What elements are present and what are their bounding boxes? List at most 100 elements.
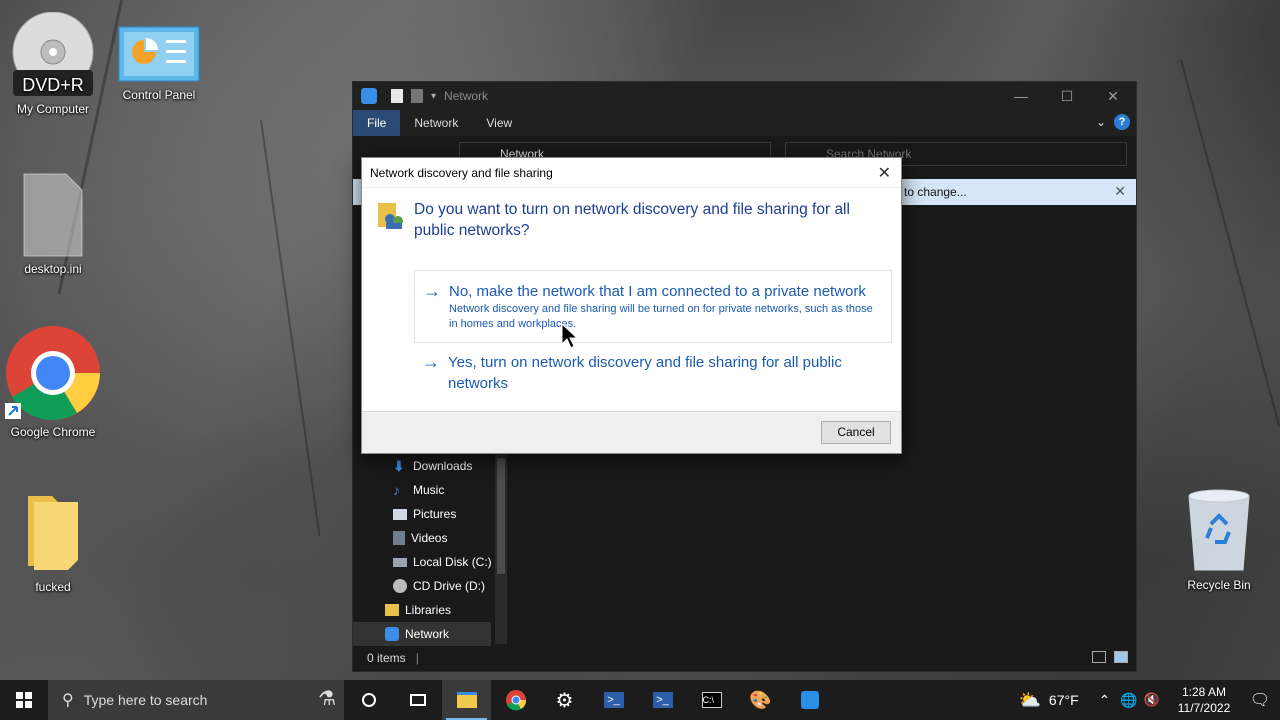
gear-icon: ⚙ [555, 689, 574, 712]
chrome-icon [5, 325, 101, 421]
nav-scrollbar[interactable] [495, 454, 507, 644]
taskbar-powershell[interactable]: >_ [589, 680, 638, 720]
network-discovery-dialog[interactable]: Network discovery and file sharing ✕ Do … [361, 157, 902, 454]
search-icon: ⚲ [62, 692, 74, 709]
public-network-option[interactable]: → Yes, turn on network discovery and fil… [414, 342, 892, 404]
nav-item-videos[interactable]: Videos [353, 526, 511, 550]
wallpaper-crack [260, 119, 321, 536]
pictures-icon [393, 508, 407, 520]
desktop-icon-control-panel[interactable]: Control Panel [109, 26, 209, 102]
arrow-right-icon: → [422, 352, 440, 372]
desktop-icon-label: desktop.ini [24, 262, 82, 276]
task-view-button[interactable] [393, 680, 442, 720]
windows-logo-icon [16, 692, 32, 708]
network-icon [385, 627, 399, 641]
nav-label: Libraries [405, 603, 452, 617]
scrollbar-thumb[interactable] [497, 458, 505, 574]
chevron-up-icon[interactable]: ⌃ [1099, 692, 1111, 709]
nav-label: Music [413, 483, 445, 497]
maximize-button[interactable]: ☐ [1044, 82, 1090, 110]
taskbar-powershell-2[interactable]: >_ [638, 680, 687, 720]
tab-network[interactable]: Network [400, 110, 472, 136]
task-view-icon [409, 694, 426, 706]
chrome-icon [505, 690, 526, 711]
taskbar-file-explorer[interactable] [442, 680, 491, 720]
info-bar-text: to change... [904, 185, 967, 199]
desktop-icon-recycle-bin[interactable]: Recycle Bin [1169, 486, 1269, 592]
details-view-icon[interactable] [1092, 651, 1106, 663]
desktop-icon-chrome[interactable]: Google Chrome [3, 325, 103, 439]
start-button[interactable] [0, 680, 48, 720]
dvd-drive-icon: DVD+R [10, 11, 96, 98]
cd-drive-icon [393, 579, 407, 593]
desktop-icon-label: fucked [35, 580, 71, 594]
taskbar-search-box[interactable]: ⚲ Type here to search ⚗ [48, 680, 344, 720]
network-globe-icon[interactable]: 🌐 [1120, 692, 1137, 709]
videos-icon [393, 531, 405, 545]
libraries-icon [385, 604, 399, 616]
minimize-button[interactable]: — [998, 82, 1044, 110]
dialog-body: Do you want to turn on network discovery… [362, 188, 901, 413]
system-tray: ⛅ 67°F ⌃ 🌐 🔇 1:28 AM 11/7/2022 🗨 [1018, 680, 1280, 720]
music-note-icon: ♪ [393, 482, 400, 498]
network-icon [361, 88, 377, 104]
arrow-right-icon: → [423, 281, 441, 301]
taskbar-cmd[interactable]: C:\ [687, 680, 736, 720]
properties-icon[interactable] [391, 89, 403, 103]
weather-temperature[interactable]: 67°F [1049, 692, 1079, 708]
tab-view[interactable]: View [472, 110, 526, 136]
taskbar-chrome[interactable] [491, 680, 540, 720]
private-network-option[interactable]: → No, make the network that I am connect… [414, 270, 892, 343]
navigation-pane: ⬇ Downloads ♪ Music Pictures Videos Loca… [353, 454, 511, 648]
taskbar-paint[interactable]: 🎨 [736, 680, 785, 720]
desktop-icon-desktop-ini[interactable]: desktop.ini [3, 172, 103, 276]
network-sharing-icon [376, 201, 404, 229]
desktop-icon-label: Control Panel [122, 88, 196, 102]
taskbar-app-blue[interactable] [785, 680, 834, 720]
dialog-titlebar[interactable]: Network discovery and file sharing ✕ [362, 158, 901, 188]
taskbar: ⚲ Type here to search ⚗ ⚙ >_ >_ C:\ 🎨 ⛅ … [0, 680, 1280, 720]
nav-item-local-disk[interactable]: Local Disk (C:) [353, 550, 511, 574]
notification-icon[interactable]: 🗨 [1240, 690, 1280, 710]
large-icons-view-icon[interactable] [1114, 651, 1128, 663]
desktop-icon-my-computer[interactable]: DVD+R My Computer [3, 11, 103, 116]
clock-time: 1:28 AM [1181, 685, 1227, 699]
desktop-icon-folder[interactable]: fucked [3, 490, 103, 594]
dialog-question: Do you want to turn on network discovery… [414, 201, 850, 239]
speaker-muted-icon[interactable]: 🔇 [1144, 692, 1160, 708]
cortana-button[interactable] [344, 680, 393, 720]
nav-label: CD Drive (D:) [413, 579, 485, 593]
nav-item-music[interactable]: ♪ Music [353, 478, 511, 502]
clock[interactable]: 1:28 AM 11/7/2022 [1168, 684, 1240, 716]
nav-item-cd-drive[interactable]: CD Drive (D:) [353, 574, 511, 598]
new-folder-icon[interactable] [411, 89, 423, 103]
wallpaper-crack [1180, 59, 1280, 428]
paint-palette-icon: 🎨 [749, 689, 772, 710]
cancel-button[interactable]: Cancel [821, 421, 891, 444]
local-disk-icon [393, 557, 407, 567]
chevron-down-icon[interactable]: ⌄ [1096, 115, 1106, 129]
dialog-footer: Cancel [362, 411, 901, 453]
recycle-bin-icon [1179, 486, 1259, 574]
close-icon[interactable]: ✕ [878, 163, 891, 183]
desktop-icon-label: Recycle Bin [1187, 578, 1251, 592]
nav-item-network[interactable]: Network [353, 622, 491, 646]
cortana-circle-icon [361, 693, 376, 707]
chevron-down-icon[interactable]: ▾ [431, 91, 436, 102]
nav-item-pictures[interactable]: Pictures [353, 502, 511, 526]
folder-icon [456, 692, 477, 708]
option-sub-text: Network discovery and file sharing will … [449, 303, 873, 330]
close-icon[interactable]: ✕ [1114, 183, 1126, 200]
close-button[interactable]: ✕ [1090, 82, 1136, 110]
science-flasks-icon: ⚗ [318, 688, 336, 710]
taskbar-settings[interactable]: ⚙ [540, 680, 589, 720]
dvd-badge: DVD+R [22, 75, 84, 95]
help-icon[interactable]: ? [1114, 114, 1130, 130]
nav-item-downloads[interactable]: ⬇ Downloads [353, 454, 511, 478]
desktop-icon-label: Google Chrome [10, 425, 96, 439]
tab-file[interactable]: File [353, 110, 401, 136]
nav-item-libraries[interactable]: Libraries [353, 598, 511, 622]
weather-partly-cloudy-icon[interactable]: ⛅ [1018, 690, 1040, 711]
item-count: 0 items [367, 651, 406, 665]
explorer-titlebar[interactable]: ▾ Network — ☐ ✕ [353, 82, 1136, 110]
